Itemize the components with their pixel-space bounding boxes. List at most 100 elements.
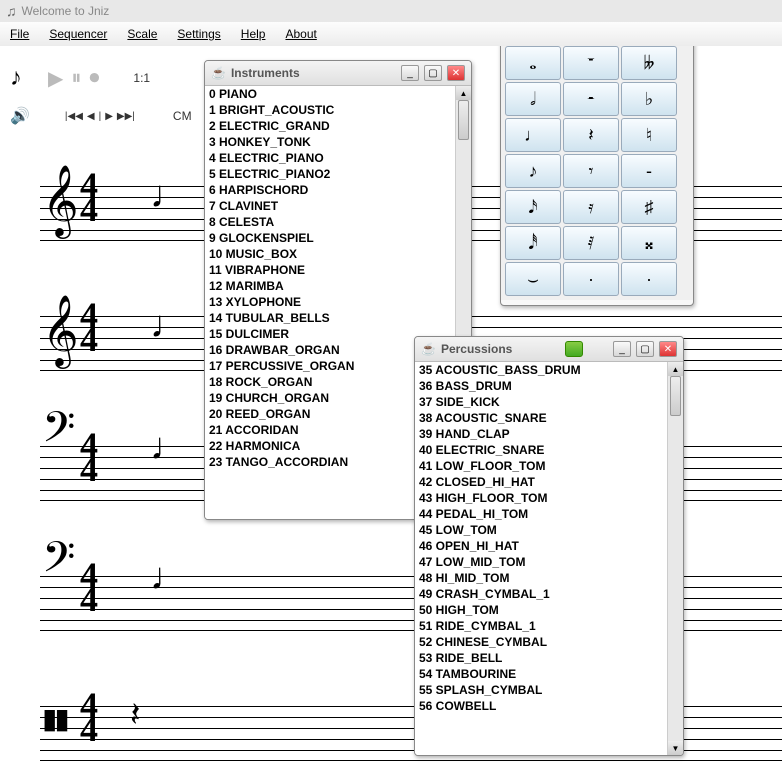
- menu-about[interactable]: About: [275, 24, 326, 44]
- quarter-note[interactable]: ♩: [150, 174, 188, 217]
- window-titlebar[interactable]: ☕ Instruments _ ▢ ✕: [205, 61, 471, 86]
- list-item[interactable]: 6 HARPISCHORD: [205, 182, 455, 198]
- fast-fwd-button[interactable]: ▶▶|: [117, 111, 135, 122]
- note-tool-icon[interactable]: ♪: [10, 64, 22, 92]
- list-item[interactable]: 42 CLOSED_HI_HAT: [415, 474, 667, 490]
- palette-cell[interactable]: 𝅘𝅥𝅯: [505, 190, 561, 224]
- menu-settings[interactable]: Settings: [167, 24, 230, 44]
- quarter-rest[interactable]: 𝄽: [130, 696, 140, 735]
- list-item[interactable]: 44 PEDAL_HI_TOM: [415, 506, 667, 522]
- list-item[interactable]: 35 ACOUSTIC_BASS_DRUM: [415, 362, 667, 378]
- play-button[interactable]: ▶: [48, 66, 63, 91]
- list-item[interactable]: 49 CRASH_CYMBAL_1: [415, 586, 667, 602]
- time-signature: 44: [80, 304, 98, 352]
- palette-cell[interactable]: ♭: [621, 82, 677, 116]
- list-item[interactable]: 8 CELESTA: [205, 214, 455, 230]
- list-item[interactable]: 55 SPLASH_CYMBAL: [415, 682, 667, 698]
- status-icon[interactable]: [565, 341, 583, 357]
- list-item[interactable]: 41 LOW_FLOOR_TOM: [415, 458, 667, 474]
- list-item[interactable]: 45 LOW_TOM: [415, 522, 667, 538]
- list-item[interactable]: 51 RIDE_CYMBAL_1: [415, 618, 667, 634]
- list-item[interactable]: 3 HONKEY_TONK: [205, 134, 455, 150]
- list-item[interactable]: 48 HI_MID_TOM: [415, 570, 667, 586]
- list-item[interactable]: 13 XYLOPHONE: [205, 294, 455, 310]
- java-icon: ☕: [211, 66, 226, 80]
- scroll-up-button[interactable]: ▲: [668, 362, 683, 376]
- speaker-icon[interactable]: 🔊: [10, 106, 30, 126]
- list-item[interactable]: 10 MUSIC_BOX: [205, 246, 455, 262]
- list-item[interactable]: 53 RIDE_BELL: [415, 650, 667, 666]
- palette-cell[interactable]: ·: [621, 262, 677, 296]
- list-item[interactable]: 1 BRIGHT_ACOUSTIC: [205, 102, 455, 118]
- list-item[interactable]: 38 ACOUSTIC_SNARE: [415, 410, 667, 426]
- palette-cell[interactable]: ♩: [505, 118, 561, 152]
- quarter-note[interactable]: ♩: [150, 556, 188, 599]
- percussions-list[interactable]: 35 ACOUSTIC_BASS_DRUM36 BASS_DRUM37 SIDE…: [415, 362, 667, 755]
- quarter-note[interactable]: ♩: [150, 426, 188, 469]
- palette-cell[interactable]: ♪: [505, 154, 561, 188]
- palette-cell[interactable]: 𝅗𝅥: [505, 82, 561, 116]
- palette-cell[interactable]: 𝄾: [563, 154, 619, 188]
- menu-scale[interactable]: Scale: [117, 24, 167, 44]
- palette-cell[interactable]: ⌣: [505, 262, 561, 296]
- list-item[interactable]: 54 TAMBOURINE: [415, 666, 667, 682]
- palette-cell[interactable]: 𝅀: [563, 226, 619, 260]
- pause-button[interactable]: ⏸: [71, 67, 81, 90]
- list-item[interactable]: 46 OPEN_HI_HAT: [415, 538, 667, 554]
- change-item-window[interactable]: ☕ Change Ite... _ ▢ ✕ 𝅝𝄻𝄫𝅗𝅥𝄼♭♩𝄽♮♪𝄾-𝅘𝅥𝅯𝄿♯…: [500, 46, 694, 306]
- step-back-button[interactable]: ◀: [87, 111, 95, 122]
- palette-cell[interactable]: 𝄻: [563, 46, 619, 80]
- list-item[interactable]: 4 ELECTRIC_PIANO: [205, 150, 455, 166]
- list-item[interactable]: 0 PIANO: [205, 86, 455, 102]
- palette-cell[interactable]: ♮: [621, 118, 677, 152]
- music-note-icon: ♫: [6, 3, 17, 19]
- list-item[interactable]: 52 CHINESE_CYMBAL: [415, 634, 667, 650]
- window-titlebar[interactable]: ☕ Percussions _ ▢ ✕: [415, 337, 683, 362]
- quarter-note[interactable]: ♩: [150, 304, 188, 347]
- menu-file[interactable]: File: [0, 24, 39, 44]
- list-item[interactable]: 40 ELECTRIC_SNARE: [415, 442, 667, 458]
- list-item[interactable]: 36 BASS_DRUM: [415, 378, 667, 394]
- palette-cell[interactable]: 𝄫: [621, 46, 677, 80]
- record-button[interactable]: ⏺: [89, 67, 99, 90]
- list-item[interactable]: 7 CLAVINET: [205, 198, 455, 214]
- minimize-button[interactable]: _: [613, 341, 631, 357]
- scroll-thumb[interactable]: [670, 376, 681, 416]
- scrollbar[interactable]: ▲ ▼: [667, 362, 683, 755]
- list-item[interactable]: 50 HIGH_TOM: [415, 602, 667, 618]
- palette-cell[interactable]: 𝄽: [563, 118, 619, 152]
- percussions-window[interactable]: ☕ Percussions _ ▢ ✕ 35 ACOUSTIC_BASS_DRU…: [414, 336, 684, 756]
- list-item[interactable]: 37 SIDE_KICK: [415, 394, 667, 410]
- scroll-up-button[interactable]: ▲: [456, 86, 471, 100]
- list-item[interactable]: 9 GLOCKENSPIEL: [205, 230, 455, 246]
- palette-cell[interactable]: -: [621, 154, 677, 188]
- menu-help[interactable]: Help: [231, 24, 276, 44]
- minimize-button[interactable]: _: [401, 65, 419, 81]
- palette-cell[interactable]: 𝄪: [621, 226, 677, 260]
- list-item[interactable]: 12 MARIMBA: [205, 278, 455, 294]
- sep: |: [99, 111, 102, 122]
- maximize-button[interactable]: ▢: [424, 65, 442, 81]
- list-item[interactable]: 11 VIBRAPHONE: [205, 262, 455, 278]
- palette-cell[interactable]: 𝅝: [505, 46, 561, 80]
- scroll-down-button[interactable]: ▼: [668, 741, 683, 755]
- scroll-thumb[interactable]: [458, 100, 469, 140]
- close-button[interactable]: ✕: [447, 65, 465, 81]
- palette-cell[interactable]: ·: [563, 262, 619, 296]
- menu-sequencer[interactable]: Sequencer: [39, 24, 117, 44]
- list-item[interactable]: 39 HAND_CLAP: [415, 426, 667, 442]
- list-item[interactable]: 2 ELECTRIC_GRAND: [205, 118, 455, 134]
- palette-cell[interactable]: 𝄿: [563, 190, 619, 224]
- palette-cell[interactable]: 𝄼: [563, 82, 619, 116]
- maximize-button[interactable]: ▢: [636, 341, 654, 357]
- list-item[interactable]: 14 TUBULAR_BELLS: [205, 310, 455, 326]
- list-item[interactable]: 43 HIGH_FLOOR_TOM: [415, 490, 667, 506]
- list-item[interactable]: 56 COWBELL: [415, 698, 667, 714]
- list-item[interactable]: 47 LOW_MID_TOM: [415, 554, 667, 570]
- palette-cell[interactable]: ♯: [621, 190, 677, 224]
- list-item[interactable]: 5 ELECTRIC_PIANO2: [205, 166, 455, 182]
- step-fwd-button[interactable]: ▶: [105, 111, 113, 122]
- rewind-start-button[interactable]: |◀◀: [65, 111, 83, 122]
- palette-cell[interactable]: 𝅘𝅥𝅰: [505, 226, 561, 260]
- close-button[interactable]: ✕: [659, 341, 677, 357]
